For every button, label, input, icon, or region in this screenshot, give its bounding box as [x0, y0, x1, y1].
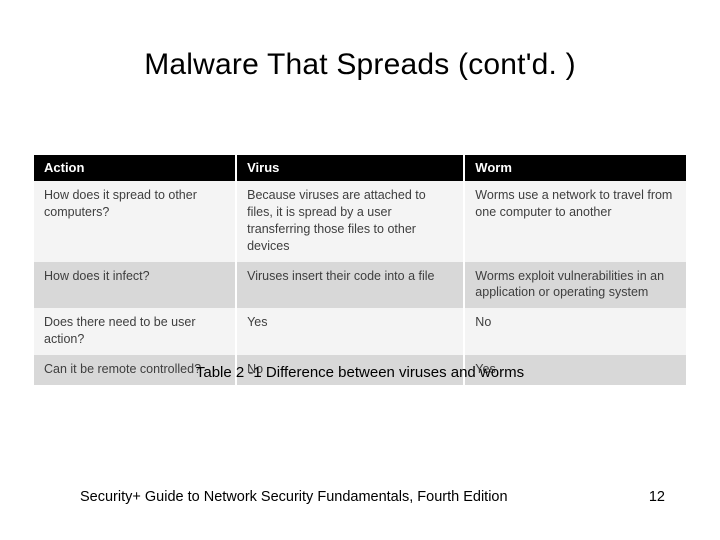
table-caption: Table 2 -1 Difference between viruses an…	[0, 364, 720, 381]
page-number: 12	[649, 489, 665, 505]
comparison-table: Action Virus Worm How does it spread to …	[34, 155, 686, 385]
table-row: How does it spread to other computers? B…	[34, 181, 686, 262]
cell-action: Does there need to be user action?	[34, 308, 236, 355]
slide-title: Malware That Spreads (cont'd. )	[0, 48, 720, 82]
cell-virus: Viruses insert their code into a file	[236, 262, 464, 309]
table-header-virus: Virus	[236, 155, 464, 181]
table-header-action: Action	[34, 155, 236, 181]
cell-action: How does it infect?	[34, 262, 236, 309]
table: Action Virus Worm How does it spread to …	[34, 155, 686, 385]
table-row: How does it infect? Viruses insert their…	[34, 262, 686, 309]
table-header-row: Action Virus Worm	[34, 155, 686, 181]
cell-virus: Because viruses are attached to files, i…	[236, 181, 464, 262]
cell-action: How does it spread to other computers?	[34, 181, 236, 262]
cell-worm: Worms exploit vulnerabilities in an appl…	[464, 262, 686, 309]
cell-worm: No	[464, 308, 686, 355]
cell-worm: Worms use a network to travel from one c…	[464, 181, 686, 262]
cell-virus: Yes	[236, 308, 464, 355]
slide: Malware That Spreads (cont'd. ) Action V…	[0, 0, 720, 540]
footer-text: Security+ Guide to Network Security Fund…	[80, 489, 508, 505]
table-header-worm: Worm	[464, 155, 686, 181]
table-row: Does there need to be user action? Yes N…	[34, 308, 686, 355]
